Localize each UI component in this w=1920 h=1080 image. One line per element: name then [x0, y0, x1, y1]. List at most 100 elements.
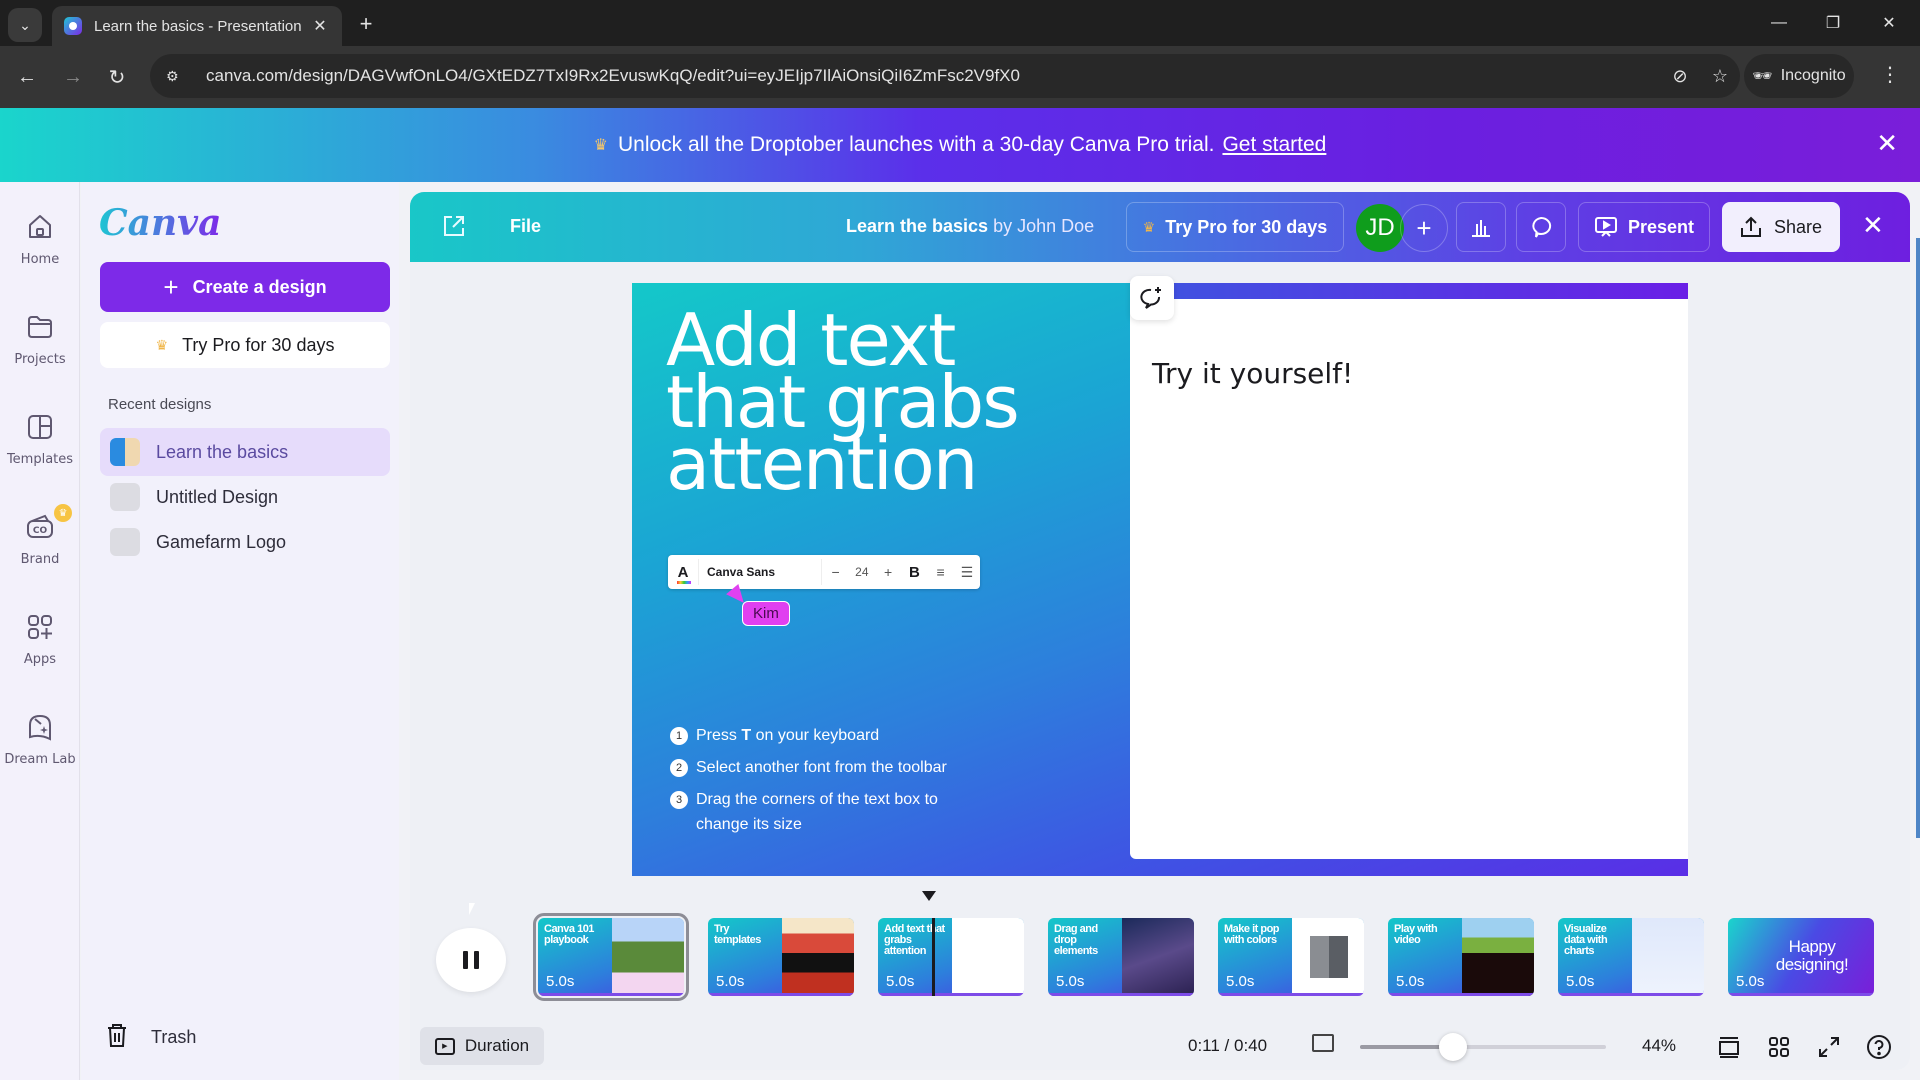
rail-item-home[interactable]: Home	[0, 210, 80, 294]
page-thumbnail[interactable]: Happy designing! 5.0s	[1728, 918, 1874, 996]
new-tab-button[interactable]: +	[352, 10, 380, 38]
canva-logo[interactable]: Canva	[99, 202, 221, 244]
step-text: Press T on your keyboard	[696, 727, 880, 744]
share-button[interactable]: Share	[1722, 202, 1840, 252]
recent-design-item[interactable]: Gamefarm Logo	[100, 518, 390, 566]
recent-design-name: Gamefarm Logo	[156, 531, 287, 552]
thumbnail-preview	[612, 918, 684, 996]
thumbnail-progress-bar	[1388, 993, 1534, 996]
site-info-icon[interactable]: ⚙	[166, 68, 196, 85]
browser-menu-icon[interactable]: ⋮	[1880, 62, 1900, 87]
notes-icon[interactable]	[1312, 1034, 1334, 1052]
design-title[interactable]: Learn the basics by John Doe	[846, 216, 1094, 237]
recent-designs-heading: Recent designs	[108, 396, 212, 413]
crown-badge-icon: ♛	[54, 504, 72, 522]
pause-button[interactable]	[436, 928, 506, 992]
address-bar[interactable]: ⚙ canva.com/design/DAGVwfOnLO4/GXtEDZ7Tx…	[150, 54, 1740, 98]
thumbnail-duration: 5.0s	[546, 973, 575, 990]
reload-button[interactable]: ↻	[100, 60, 134, 94]
eye-off-icon[interactable]: ⊘	[1660, 66, 1700, 87]
rail-item-dream-lab[interactable]: Dream Lab	[0, 710, 80, 794]
practice-card[interactable]: Try it yourself!	[1130, 299, 1688, 859]
grid-view-icon[interactable]	[1766, 1034, 1792, 1060]
brand-icon: CO	[23, 510, 57, 544]
tab-close-icon[interactable]: ✕	[310, 16, 330, 36]
avatar[interactable]: JD	[1356, 204, 1404, 252]
canva-favicon-icon	[64, 17, 82, 35]
insights-button[interactable]	[1456, 202, 1506, 252]
try-pro-button[interactable]: ♛ Try Pro for 30 days	[100, 322, 390, 368]
page-thumbnail[interactable]: Try templates 5.0s	[708, 918, 854, 996]
thumbnail-preview	[1122, 918, 1194, 996]
invite-button[interactable]: +	[1400, 204, 1448, 252]
zoom-slider[interactable]	[1360, 1033, 1606, 1061]
design-thumbnail	[110, 438, 140, 466]
page-thumbnail[interactable]: Add text that grabs attention 5.0s	[878, 918, 1024, 996]
help-icon[interactable]	[1866, 1034, 1892, 1060]
forward-button[interactable]: →	[56, 60, 90, 94]
url-text[interactable]: canva.com/design/DAGVwfOnLO4/GXtEDZ7TxI9…	[206, 66, 1660, 86]
line-spacing-icon: ☰	[960, 563, 974, 580]
page-view-icon[interactable]	[1716, 1034, 1742, 1060]
minimize-button[interactable]: —	[1756, 8, 1802, 38]
card-text[interactable]: Try it yourself!	[1152, 357, 1353, 390]
thumbnail-title: Visualize data with charts	[1564, 923, 1608, 957]
page-thumbnail[interactable]: Drag and drop elements 5.0s	[1048, 918, 1194, 996]
try-pro-header-label: Try Pro for 30 days	[1165, 216, 1328, 237]
rail-item-brand[interactable]: CO ♛ Brand	[0, 504, 80, 594]
page-thumbnail[interactable]: Visualize data with charts 5.0s	[1558, 918, 1704, 996]
try-pro-header-button[interactable]: ♛ Try Pro for 30 days	[1126, 202, 1344, 252]
restore-button[interactable]: ❐	[1810, 8, 1856, 38]
thumbnail-preview	[1632, 918, 1704, 996]
align-left-icon: ≡	[936, 564, 945, 580]
back-button[interactable]: ←	[10, 60, 44, 94]
rail-label: Dream Lab	[4, 752, 76, 767]
instruction-steps[interactable]: 1 Press T on your keyboard 2 Select anot…	[670, 726, 966, 847]
step-item: 2 Select another font from the toolbar	[670, 758, 966, 780]
thumbnail-duration: 5.0s	[1736, 973, 1765, 990]
bar-chart-icon	[1472, 220, 1490, 237]
trash-button[interactable]: Trash	[105, 1022, 196, 1053]
close-banner-icon[interactable]: ✕	[1876, 130, 1898, 156]
recent-design-item[interactable]: Untitled Design	[100, 473, 390, 521]
rail-item-templates[interactable]: Templates	[0, 410, 80, 494]
step-item: 1 Press T on your keyboard	[670, 726, 966, 748]
thumbnail-progress-bar	[1048, 993, 1194, 996]
create-design-button[interactable]: + Create a design	[100, 262, 390, 312]
browser-tab[interactable]: Learn the basics - Presentation ✕	[52, 6, 342, 46]
duration-button[interactable]: ▶ Duration	[420, 1027, 544, 1065]
close-window-button[interactable]: ✕	[1866, 8, 1912, 38]
add-comment-button[interactable]	[1130, 276, 1174, 320]
incognito-indicator[interactable]: 🕶 Incognito	[1744, 54, 1854, 98]
page-thumbnail[interactable]: Play with video 5.0s	[1388, 918, 1534, 996]
file-menu[interactable]: File	[510, 216, 541, 237]
recent-design-item[interactable]: Learn the basics	[100, 428, 390, 476]
rail-item-projects[interactable]: Projects	[0, 310, 80, 394]
vertical-scrollbar[interactable]	[1916, 238, 1920, 838]
external-link-icon[interactable]	[442, 214, 466, 245]
playhead-marker[interactable]	[922, 891, 936, 901]
browser-tab-bar: ⌄ Learn the basics - Presentation ✕ + — …	[0, 0, 1920, 46]
rail-item-apps[interactable]: Apps	[0, 610, 80, 694]
page-thumbnail[interactable]: Canva 101 playbook 5.0s	[533, 913, 689, 1001]
share-label: Share	[1773, 216, 1823, 237]
thumbnail-title: Add text that grabs attention	[884, 923, 945, 957]
tab-search-button[interactable]: ⌄	[8, 8, 42, 42]
fullscreen-icon[interactable]	[1816, 1034, 1842, 1060]
comments-button[interactable]	[1516, 202, 1566, 252]
design-author: by John Doe	[993, 216, 1095, 236]
browser-toolbar: ← → ↻ ⚙ canva.com/design/DAGVwfOnLO4/GXt…	[0, 46, 1920, 108]
zoom-percent[interactable]: 44%	[1642, 1036, 1676, 1056]
slide-headline[interactable]: Add text that grabs attention	[666, 304, 1020, 500]
step-text: Drag the corners of the text box to chan…	[696, 791, 938, 833]
comment-add-icon	[1140, 287, 1161, 309]
dream-lab-icon	[23, 710, 57, 744]
thumbnail-progress-bar	[538, 993, 684, 996]
minus-icon: −	[831, 564, 840, 580]
slide-canvas[interactable]: Add text that grabs attention A Canva Sa…	[632, 283, 1688, 876]
present-button[interactable]: Present	[1578, 202, 1710, 252]
page-thumbnail[interactable]: Make it pop with colors 5.0s	[1218, 918, 1364, 996]
star-icon[interactable]: ☆	[1700, 66, 1740, 87]
get-started-link[interactable]: Get started	[1222, 133, 1326, 157]
close-editor-icon[interactable]: ✕	[1862, 210, 1884, 241]
